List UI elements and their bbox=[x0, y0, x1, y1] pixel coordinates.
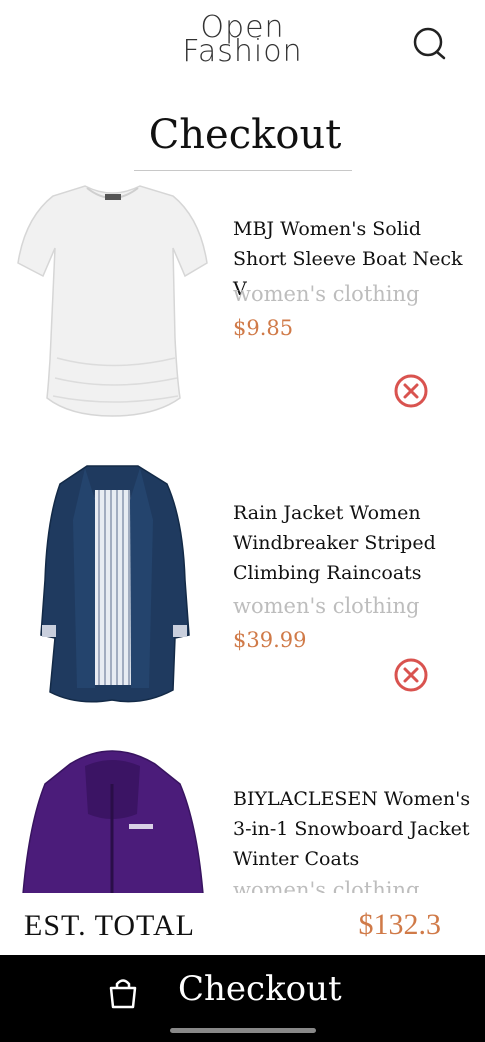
item-category: women's clothing bbox=[233, 282, 420, 306]
item-category: women's clothing bbox=[233, 594, 420, 618]
cart-item: BIYLACLESEN Women's 3-in-1 Snowboard Jac… bbox=[0, 742, 485, 893]
cart-item: Rain Jacket Women Windbreaker Striped Cl… bbox=[0, 458, 485, 718]
logo-line-2: Fashion bbox=[182, 34, 303, 69]
item-name[interactable]: BIYLACLESEN Women's 3-in-1 Snowboard Jac… bbox=[233, 784, 478, 874]
logo[interactable]: Open Fashion bbox=[170, 13, 315, 69]
estimated-total: EST. TOTAL $132.3 bbox=[0, 893, 485, 955]
item-price: $39.99 bbox=[233, 628, 307, 652]
navy-raincoat-image[interactable] bbox=[15, 460, 210, 705]
item-category: women's clothing bbox=[233, 878, 420, 893]
remove-circle-icon[interactable] bbox=[392, 656, 430, 694]
checkout-label: Checkout bbox=[178, 969, 342, 1009]
page-title: Checkout bbox=[148, 112, 342, 158]
header: Open Fashion bbox=[0, 0, 485, 90]
total-value: $132.3 bbox=[358, 908, 442, 941]
item-name[interactable]: Rain Jacket Women Windbreaker Striped Cl… bbox=[233, 498, 478, 588]
shopping-bag-icon bbox=[109, 979, 137, 1009]
purple-jacket-image[interactable] bbox=[15, 744, 210, 893]
remove-circle-icon[interactable] bbox=[392, 372, 430, 410]
title-divider bbox=[134, 170, 352, 171]
white-tshirt-image[interactable] bbox=[15, 178, 210, 423]
home-indicator[interactable] bbox=[170, 1028, 316, 1033]
search-icon[interactable] bbox=[410, 24, 450, 64]
total-label: EST. TOTAL bbox=[24, 909, 195, 942]
cart-item: MBJ Women's Solid Short Sleeve Boat Neck… bbox=[0, 178, 485, 438]
item-price: $9.85 bbox=[233, 316, 294, 340]
